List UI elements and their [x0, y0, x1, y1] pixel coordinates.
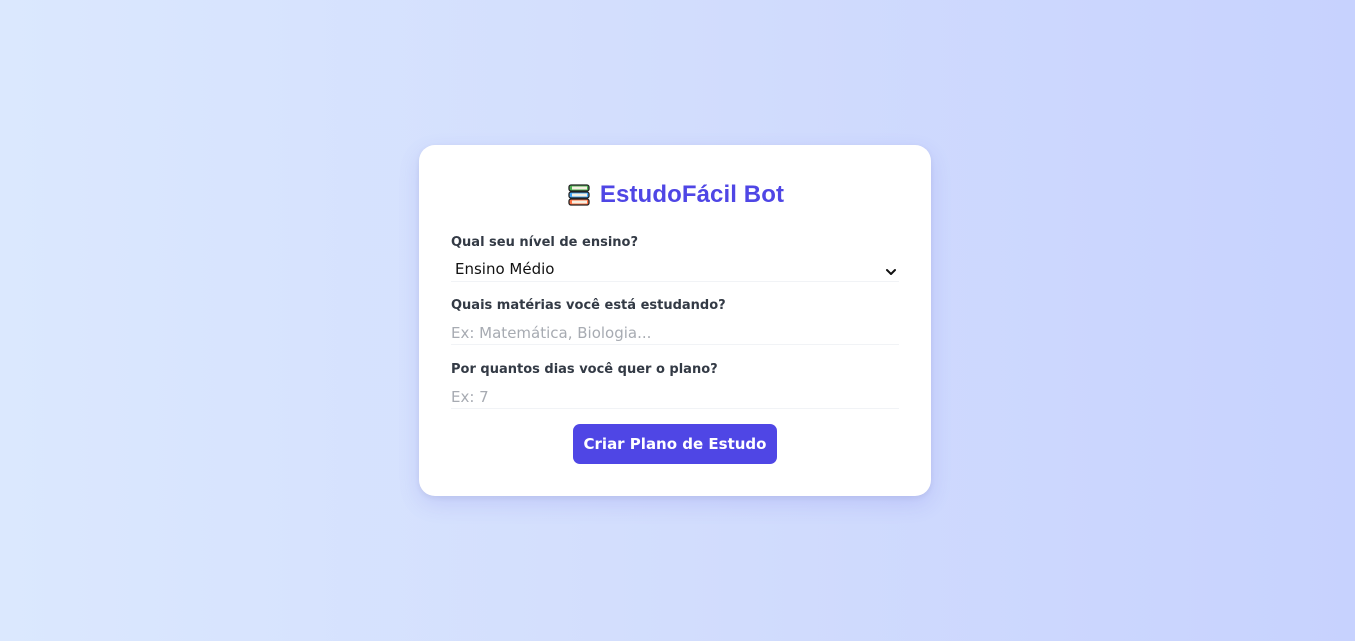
study-plan-card: EstudoFácil Bot Qual seu nível de ensino…	[419, 145, 931, 496]
chevron-down-icon	[885, 263, 897, 275]
app-title: EstudoFácil Bot	[599, 181, 785, 208]
level-select-value: Ensino Médio	[455, 260, 555, 278]
create-plan-button[interactable]: Criar Plano de Estudo	[573, 424, 777, 464]
level-select[interactable]: Ensino Médio	[451, 257, 899, 282]
level-label: Qual seu nível de ensino?	[451, 235, 639, 250]
days-label: Por quantos dias você quer o plano?	[451, 362, 718, 377]
days-input[interactable]	[451, 385, 899, 409]
subjects-input[interactable]	[451, 321, 899, 345]
books-icon	[566, 182, 592, 208]
header: EstudoFácil Bot	[419, 181, 931, 209]
subjects-label: Quais matérias você está estudando?	[451, 298, 726, 313]
